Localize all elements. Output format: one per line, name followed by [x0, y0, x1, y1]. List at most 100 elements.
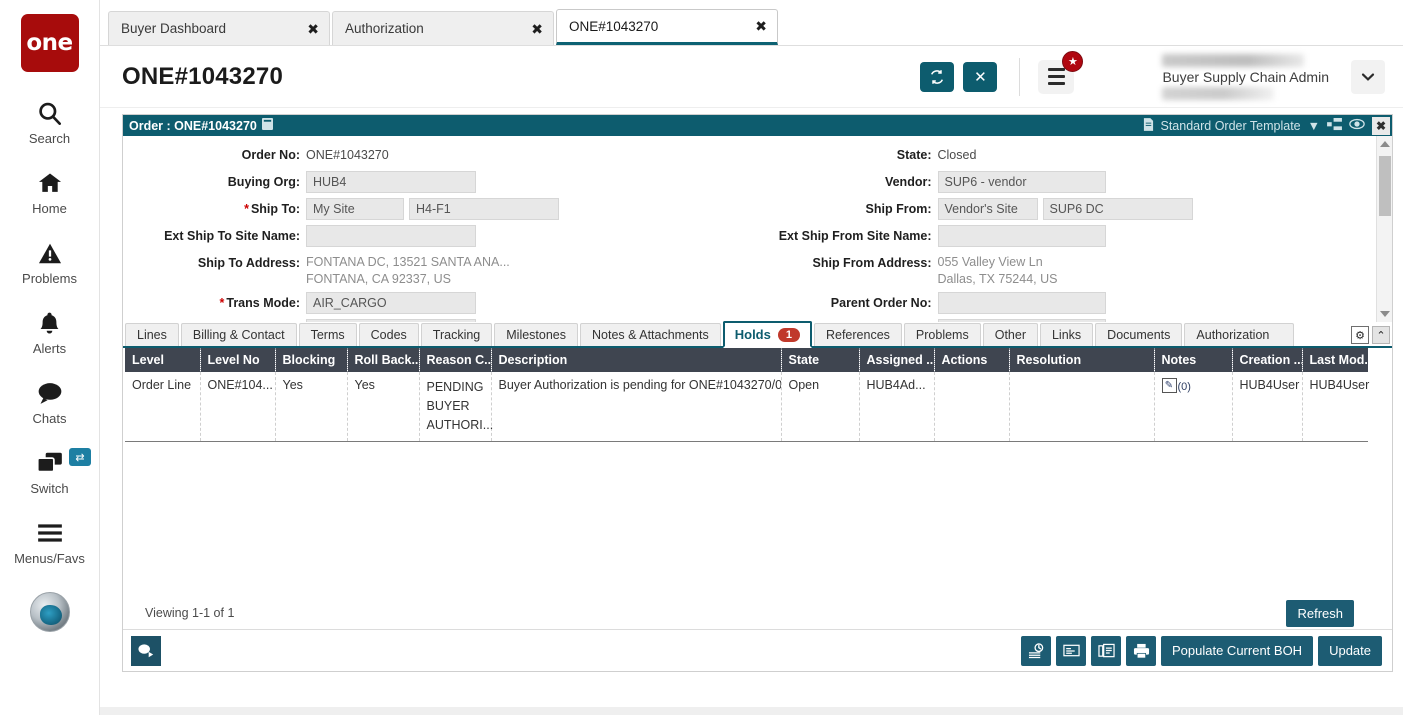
ship-from-address-value: 055 Valley View Ln Dallas, TX 75244, US — [938, 252, 1058, 286]
rail-item-search[interactable]: Search — [0, 98, 99, 146]
scroll-down-arrow-icon[interactable] — [1380, 311, 1390, 317]
rail-item-problems[interactable]: Problems — [0, 238, 99, 286]
column-header-level-no[interactable]: Level No — [200, 348, 276, 372]
tab-lines[interactable]: Lines — [125, 323, 179, 346]
copy-icon[interactable] — [1091, 635, 1121, 666]
populate-current-boh-button[interactable]: Populate Current BOH — [1161, 635, 1314, 666]
tab-links[interactable]: Links — [1039, 323, 1094, 346]
chat-send-icon[interactable] — [131, 635, 161, 666]
scrollbar-thumb[interactable] — [1379, 156, 1391, 216]
eye-icon[interactable] — [1349, 118, 1365, 133]
user-identity: Buyer Supply Chain Admin — [1162, 53, 1329, 100]
tab-terms[interactable]: Terms — [298, 323, 357, 346]
header-divider — [1019, 57, 1021, 96]
menu-button[interactable]: ★ — [1038, 50, 1084, 94]
rail-item-chats[interactable]: Chats — [0, 378, 99, 426]
column-header-notes[interactable]: Notes — [1154, 348, 1233, 372]
column-header-level[interactable]: Level — [125, 348, 201, 372]
trans-mode-input[interactable]: AIR_CARGO — [306, 292, 476, 314]
tab-documents[interactable]: Documents — [1095, 323, 1183, 346]
rail-item-home[interactable]: Home — [0, 168, 99, 216]
user-menu[interactable]: Buyer Supply Chain Admin — [1162, 53, 1385, 100]
column-header-state[interactable]: State — [781, 348, 860, 372]
field-ext-ship-from-site-name: Ext Ship From Site Name: — [758, 225, 1393, 247]
close-icon[interactable]: ✖ — [307, 22, 319, 36]
chevron-down-icon[interactable]: ▼ — [1308, 119, 1320, 133]
template-name-label[interactable]: Standard Order Template — [1161, 119, 1301, 133]
ship-to-site-input[interactable]: My Site — [306, 198, 404, 220]
ship-to-facility-input[interactable]: H4-F1 — [409, 198, 559, 220]
table-row[interactable]: Order Line ONE#104... Yes Yes PENDING BU… — [125, 372, 1369, 442]
column-header-creation[interactable]: Creation ... — [1232, 348, 1303, 372]
field-ship-to-address: Ship To Address: FONTANA DC, 13521 SANTA… — [123, 252, 758, 286]
close-icon[interactable]: ✖ — [531, 22, 543, 36]
workspace-tab-order[interactable]: ONE#1043270 ✖ — [556, 9, 778, 45]
column-header-last-modified[interactable]: Last Mod... — [1302, 348, 1368, 372]
notes-group[interactable]: ✎ (0) — [1161, 378, 1225, 393]
ship-from-facility-input[interactable]: SUP6 DC — [1042, 198, 1193, 220]
cell-actions — [934, 372, 1010, 442]
rail-item-menus-favs[interactable]: Menus/Favs — [0, 518, 99, 566]
avatar[interactable] — [29, 592, 70, 632]
edit-note-icon[interactable]: ✎ — [1161, 378, 1177, 393]
update-button[interactable]: Update — [1318, 635, 1382, 666]
cell-blocking: Yes — [275, 372, 348, 442]
scroll-up-arrow-icon[interactable] — [1380, 141, 1390, 147]
ext-ship-to-site-name-input[interactable] — [306, 225, 476, 247]
rail-label-home: Home — [32, 201, 67, 216]
cell-description: Buyer Authorization is pending for ONE#1… — [491, 372, 782, 442]
one-network-logo[interactable]: one — [20, 14, 79, 72]
application-window: one Search Home Problems Alerts Chats ⇄ … — [0, 0, 1403, 715]
refresh-button[interactable] — [920, 61, 955, 92]
cell-notes[interactable]: ✎ (0) — [1154, 372, 1233, 442]
card-close-icon[interactable]: ✖ — [1372, 116, 1390, 135]
switch-badge-icon[interactable]: ⇄ — [69, 448, 91, 466]
column-header-roll-back[interactable]: Roll Back... — [347, 348, 420, 372]
tab-references[interactable]: References — [813, 323, 902, 346]
tab-other[interactable]: Other — [982, 323, 1038, 346]
column-header-description[interactable]: Description — [491, 348, 782, 372]
home-icon — [36, 168, 64, 198]
user-menu-caret-button[interactable] — [1351, 59, 1385, 94]
tab-holds[interactable]: Holds 1 — [722, 321, 812, 348]
notes-icon[interactable] — [1056, 635, 1086, 666]
tab-authorization[interactable]: Authorization — [1184, 323, 1295, 346]
rail-item-alerts[interactable]: Alerts — [0, 308, 99, 356]
tab-notes-attachments[interactable]: Notes & Attachments — [580, 323, 721, 346]
history-icon[interactable] — [1021, 635, 1051, 666]
tab-billing-contact[interactable]: Billing & Contact — [180, 323, 297, 346]
vendor-input[interactable]: SUP6 - vendor — [937, 171, 1106, 193]
tab-tracking[interactable]: Tracking — [420, 323, 493, 346]
refresh-table-button[interactable]: Refresh — [1286, 600, 1354, 627]
collapse-icon[interactable]: ⌃ — [1372, 326, 1390, 344]
ext-ship-from-site-name-input[interactable] — [937, 225, 1106, 247]
parent-order-no-input[interactable] — [937, 292, 1106, 314]
column-header-assigned[interactable]: Assigned ... — [859, 348, 935, 372]
ship-to-address-value: FONTANA DC, 13521 SANTA ANA... FONTANA, … — [306, 252, 510, 286]
layout-tree-icon[interactable] — [1327, 117, 1342, 134]
rail-label-switch: Switch — [30, 481, 69, 496]
order-detail-tabs: Lines Billing & Contact Terms Codes Trac… — [123, 321, 1392, 348]
column-header-reason-code[interactable]: Reason C... — [419, 348, 492, 372]
rail-item-switch[interactable]: ⇄ Switch — [0, 448, 99, 496]
tab-milestones[interactable]: Milestones — [494, 323, 578, 346]
close-icon[interactable]: ✖ — [755, 19, 767, 33]
close-button[interactable]: ✕ — [963, 61, 998, 92]
workspace-tab-buyer-dashboard[interactable]: Buyer Dashboard ✖ — [108, 11, 330, 45]
column-header-actions[interactable]: Actions — [934, 348, 1010, 372]
document-icon[interactable] — [261, 118, 273, 133]
ship-from-site-input[interactable]: Vendor's Site — [937, 198, 1038, 220]
tab-problems[interactable]: Problems — [903, 323, 981, 346]
column-header-resolution[interactable]: Resolution — [1009, 348, 1155, 372]
field-state: State: Closed — [758, 144, 1393, 166]
cell-assigned: HUB4Ad... — [859, 372, 935, 442]
print-icon[interactable] — [1126, 635, 1156, 666]
workspace-tab-authorization[interactable]: Authorization ✖ — [332, 11, 554, 45]
tab-codes[interactable]: Codes — [358, 323, 419, 346]
star-badge-icon: ★ — [1062, 50, 1084, 72]
tab-label: Authorization — [1196, 328, 1270, 342]
settings-icon[interactable]: ⚙ — [1351, 326, 1369, 344]
buying-org-input[interactable]: HUB4 — [306, 171, 476, 193]
form-vertical-scrollbar[interactable] — [1376, 136, 1392, 322]
column-header-blocking[interactable]: Blocking — [275, 348, 348, 372]
